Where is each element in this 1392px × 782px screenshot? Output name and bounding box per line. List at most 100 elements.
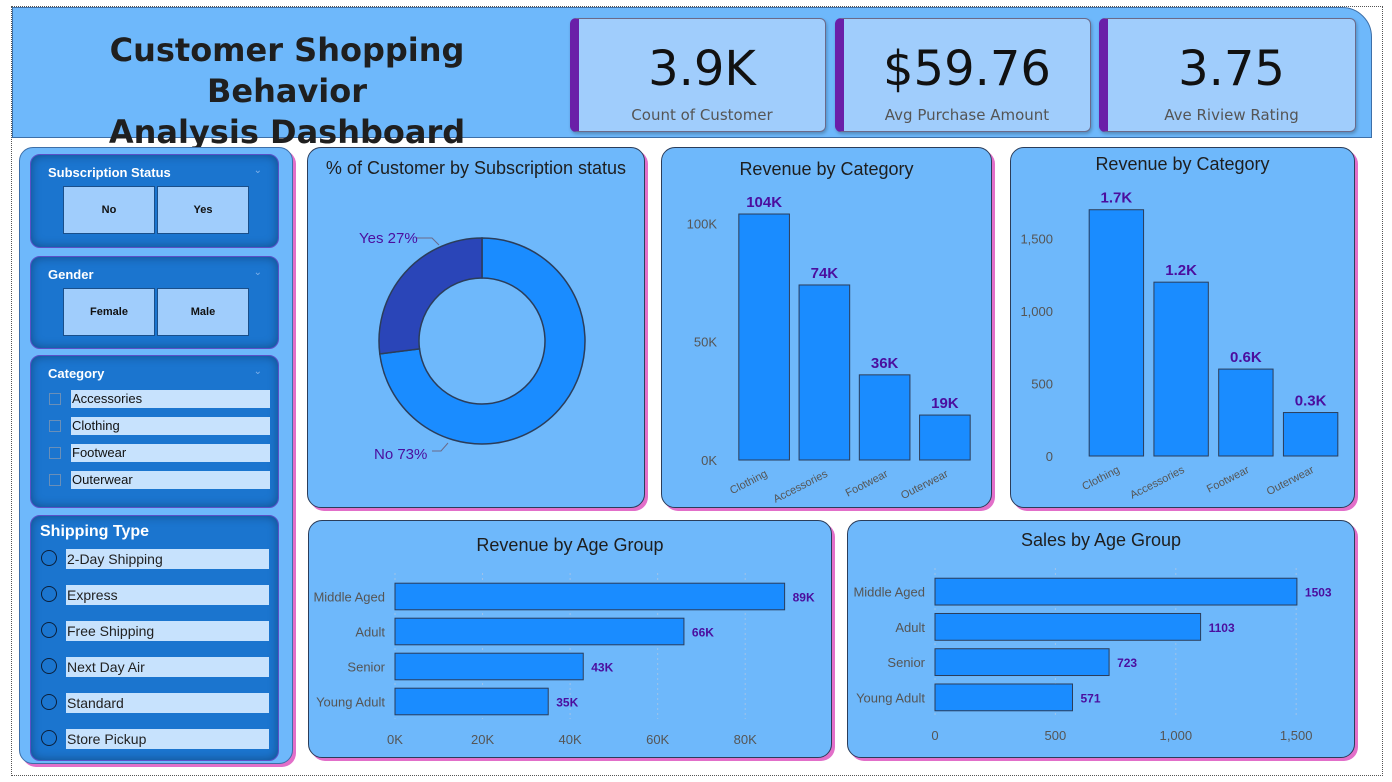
- x-tick-label: 0K: [387, 732, 403, 747]
- y-tick-label: Middle Aged: [853, 585, 925, 600]
- donut-slice-yes: [378, 237, 483, 355]
- radio-icon[interactable]: [41, 730, 57, 746]
- y-tick-label: 500: [1031, 377, 1053, 392]
- kpi-card-customer-count[interactable]: 3.9K Count of Customer: [570, 18, 826, 132]
- y-tick-label: 1,500: [1020, 232, 1053, 247]
- tile-gender-male[interactable]: Male: [157, 288, 249, 336]
- data-label: 36K: [871, 355, 899, 372]
- dashboard-title: Customer Shopping Behavior Analysis Dash…: [27, 30, 547, 153]
- horizontal-bar-chart[interactable]: 0K 20K 40K 60K 80K Middle Aged 89K Adult 66K Seni…: [309, 521, 833, 759]
- chart-card-revenue-by-category-2[interactable]: Revenue by Category 0 500 1,000 1,500 1.7K Cl…: [1010, 147, 1355, 508]
- shipping-option-store-pickup[interactable]: Store Pickup: [41, 729, 269, 749]
- y-tick-label: Young Adult: [316, 695, 385, 710]
- category-option-accessories[interactable]: Accessories: [49, 390, 271, 408]
- option-label: Next Day Air: [66, 657, 269, 677]
- kpi-label: Avg Purchase Amount: [884, 106, 1050, 124]
- data-label: 1.7K: [1101, 190, 1133, 207]
- bar-accessories: [798, 284, 851, 461]
- bar-senior: [934, 648, 1110, 677]
- bar-footwear: [1218, 368, 1274, 457]
- kpi-card-review-rating[interactable]: 3.75 Ave Riview Rating: [1099, 18, 1356, 132]
- bar-middle-aged: [934, 577, 1298, 606]
- checkbox-icon[interactable]: [49, 393, 61, 405]
- option-label: Express: [66, 585, 269, 605]
- radio-icon[interactable]: [41, 658, 57, 674]
- bar-clothing: [1088, 209, 1145, 457]
- y-tick-label: 0: [1046, 449, 1053, 464]
- category-option-footwear[interactable]: Footwear: [49, 444, 271, 462]
- category-option-clothing[interactable]: Clothing: [49, 417, 271, 435]
- checkbox-icon[interactable]: [49, 474, 61, 486]
- data-label: 66K: [692, 626, 714, 640]
- y-tick-label: Senior: [887, 655, 925, 670]
- tile-gender-female[interactable]: Female: [63, 288, 155, 336]
- data-label: 35K: [556, 696, 578, 710]
- checkbox-icon[interactable]: [49, 420, 61, 432]
- chart-card-subscription-donut[interactable]: % of Customer by Subscription status Yes…: [307, 147, 645, 508]
- bar-chart[interactable]: 0K 50K 100K 104K Clothing 74K Accessories 36K Fo…: [662, 148, 993, 509]
- y-tick-label: Senior: [347, 660, 385, 675]
- checkbox-icon[interactable]: [49, 447, 61, 459]
- y-tick-label: 1,000: [1020, 304, 1053, 319]
- y-tick-label: Adult: [355, 625, 385, 640]
- shipping-option-next-day-air[interactable]: Next Day Air: [41, 657, 269, 677]
- chevron-down-icon[interactable]: ⌄: [254, 165, 262, 176]
- bar-young-adult: [934, 683, 1073, 712]
- x-tick-label: 40K: [559, 732, 582, 747]
- y-tick-label: Adult: [895, 620, 925, 635]
- bar-outerwear: [1282, 412, 1339, 457]
- leader-line: [416, 237, 440, 246]
- bar-senior: [394, 652, 584, 681]
- data-label-yes: Yes 27%: [359, 230, 418, 247]
- radio-icon[interactable]: [41, 694, 57, 710]
- y-tick-label: Young Adult: [856, 690, 925, 705]
- data-label-no: No 73%: [374, 446, 427, 463]
- x-tick-label: Outerwear: [1265, 464, 1317, 498]
- radio-icon[interactable]: [41, 586, 57, 602]
- shipping-option-free[interactable]: Free Shipping: [41, 621, 269, 641]
- data-label: 74K: [811, 265, 839, 282]
- chart-card-revenue-by-category[interactable]: Revenue by Category 0K 50K 100K 104K Clothin…: [661, 147, 992, 508]
- tile-subscription-yes[interactable]: Yes: [157, 186, 249, 234]
- data-label: 723: [1117, 656, 1137, 670]
- x-tick-label: Accessories: [771, 468, 830, 506]
- slicer-subscription-status: Subscription Status ⌄ No Yes: [30, 154, 279, 248]
- data-label: 1103: [1209, 621, 1235, 635]
- kpi-value: 3.75: [1178, 41, 1285, 97]
- option-label: Outerwear: [71, 471, 270, 489]
- data-label: 571: [1080, 691, 1100, 705]
- option-label: Footwear: [71, 444, 270, 462]
- chart-card-sales-by-age-group[interactable]: Sales by Age Group 0 500 1,000 1,500 Middle …: [847, 520, 1355, 758]
- slicer-gender: Gender ⌄ Female Male: [30, 256, 279, 349]
- bar-chart[interactable]: 0 500 1,000 1,500 1.7K Clothing 1.2K Accessorie…: [1011, 148, 1356, 509]
- y-tick-label: 50K: [694, 335, 717, 350]
- x-tick-label: Footwear: [1205, 464, 1252, 496]
- chevron-down-icon[interactable]: ⌄: [254, 267, 262, 278]
- radio-icon[interactable]: [41, 622, 57, 638]
- shipping-option-standard[interactable]: Standard: [41, 693, 269, 713]
- shipping-option-express[interactable]: Express: [41, 585, 269, 605]
- kpi-label: Count of Customer: [631, 106, 773, 124]
- x-tick-label: Footwear: [844, 468, 891, 500]
- kpi-card-avg-purchase[interactable]: $59.76 Avg Purchase Amount: [835, 18, 1091, 132]
- donut-chart[interactable]: Yes 27% No 73%: [308, 148, 646, 509]
- y-tick-label: 0K: [701, 453, 717, 468]
- tile-subscription-no[interactable]: No: [63, 186, 155, 234]
- y-tick-label: 100K: [687, 216, 718, 231]
- leader-line: [432, 442, 449, 452]
- shipping-option-2day[interactable]: 2-Day Shipping: [41, 549, 269, 569]
- chart-card-revenue-by-age-group[interactable]: Revenue by Age Group 0K 20K 40K 60K 80K Middl…: [308, 520, 832, 758]
- kpi-label: Ave Riview Rating: [1164, 106, 1299, 124]
- bar-accessories: [1153, 281, 1209, 457]
- kpi-value: $59.76: [883, 41, 1051, 97]
- x-tick-label: 80K: [734, 732, 757, 747]
- horizontal-bar-chart[interactable]: 0 500 1,000 1,500 Middle Aged 1503 Adult 1103 Se…: [848, 521, 1356, 759]
- radio-icon[interactable]: [41, 550, 57, 566]
- slicer-title: Category: [48, 366, 105, 381]
- category-option-outerwear[interactable]: Outerwear: [49, 471, 271, 489]
- option-label: Store Pickup: [66, 729, 269, 749]
- x-tick-label: 1,000: [1160, 728, 1193, 743]
- chevron-down-icon[interactable]: ⌄: [254, 366, 262, 377]
- bar-clothing: [738, 213, 790, 461]
- data-label: 104K: [746, 194, 782, 211]
